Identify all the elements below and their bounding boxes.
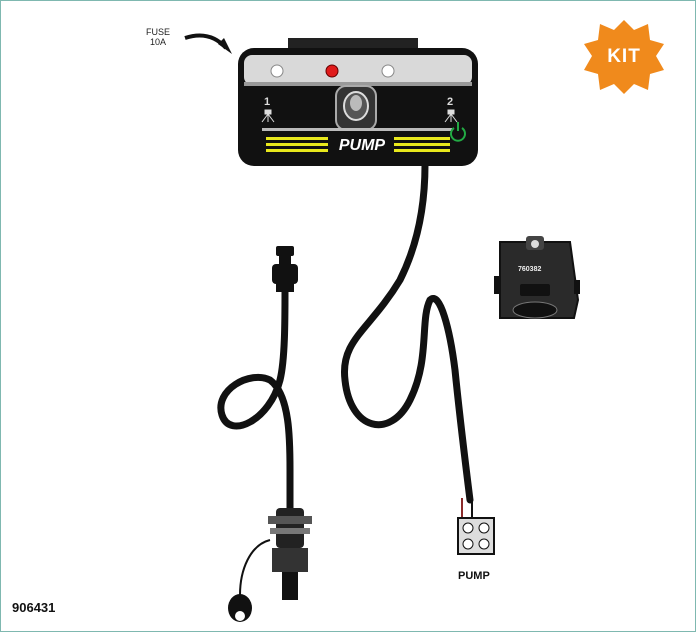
pump-wire-label: PUMP: [458, 570, 490, 582]
terminal-block: [457, 498, 495, 555]
adapter-code: 760382: [518, 266, 542, 273]
power-plug: [272, 246, 298, 292]
wiring-kit-illustration: [184, 20, 664, 622]
part-number: 906431: [12, 600, 56, 615]
power-cable: [217, 286, 294, 514]
led-left: [270, 64, 284, 78]
fuse-arrow-icon: [184, 33, 228, 50]
led-right: [381, 64, 395, 78]
fuse-label-line2: 10A: [150, 37, 167, 47]
connector-bottom: [228, 508, 312, 622]
fuse-label: FUSE 10A: [146, 27, 170, 47]
adapter-clip: [494, 236, 580, 319]
position-2-label: 2: [447, 96, 454, 108]
fuse-label-line1: FUSE: [146, 27, 171, 37]
pump-cable: [340, 161, 474, 504]
switch-pump-label: PUMP: [338, 137, 386, 154]
kit-badge-text: KIT: [607, 46, 641, 67]
position-1-label: 1: [264, 96, 271, 108]
led-center: [325, 64, 339, 78]
